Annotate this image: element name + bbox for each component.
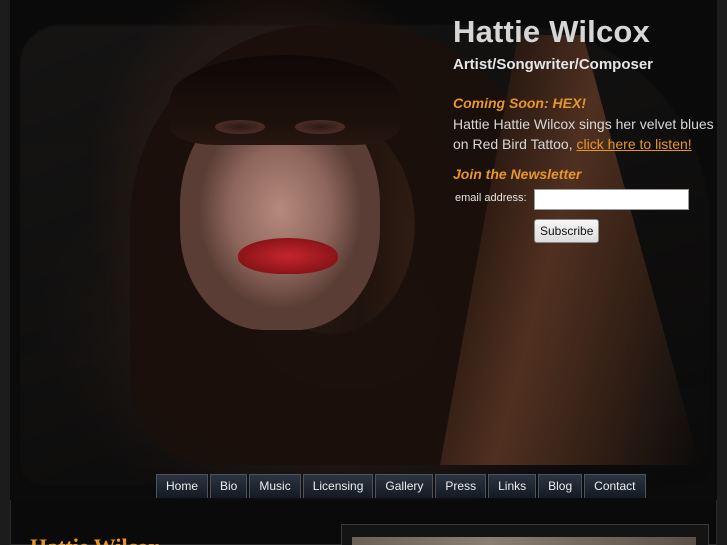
promo-text: Hattie Hattie Wilcox sings her velvet bl… (453, 114, 717, 154)
portrait-lips (238, 238, 338, 274)
nav-links[interactable]: Links (488, 474, 537, 498)
nav-bio[interactable]: Bio (210, 474, 248, 498)
newsletter-heading: Join the Newsletter (453, 166, 582, 182)
site-subtitle: Artist/Songwriter/Composer (453, 56, 654, 73)
nav-home[interactable]: Home (156, 474, 209, 498)
email-input[interactable] (534, 189, 689, 210)
nav-licensing[interactable]: Licensing (302, 474, 374, 498)
listen-link[interactable]: click here to listen! (577, 136, 692, 152)
subscribe-button[interactable]: Subscribe (534, 219, 600, 243)
nav-blog[interactable]: Blog (538, 474, 583, 498)
portrait-bangs (170, 55, 400, 145)
site-title: Hattie Wilcox (453, 14, 650, 49)
content-image-panel (341, 524, 709, 545)
nav-music[interactable]: Music (249, 474, 301, 498)
nav-press[interactable]: Press (435, 474, 487, 498)
page-frame: Hattie Wilcox Artist/Songwriter/Composer… (10, 0, 717, 545)
nav-gallery[interactable]: Gallery (375, 474, 434, 498)
portrait-eye-right (295, 120, 345, 134)
email-label: email address: (455, 192, 527, 204)
content-heading: Hattie Wilcox (30, 534, 159, 545)
promo-heading: Coming Soon: HEX! (453, 95, 586, 111)
hero-banner (10, 0, 717, 500)
nav-contact[interactable]: Contact (584, 474, 646, 498)
main-nav: Home Bio Music Licensing Gallery Press L… (156, 474, 646, 499)
content-image (352, 537, 696, 545)
portrait-eye-left (215, 120, 265, 134)
